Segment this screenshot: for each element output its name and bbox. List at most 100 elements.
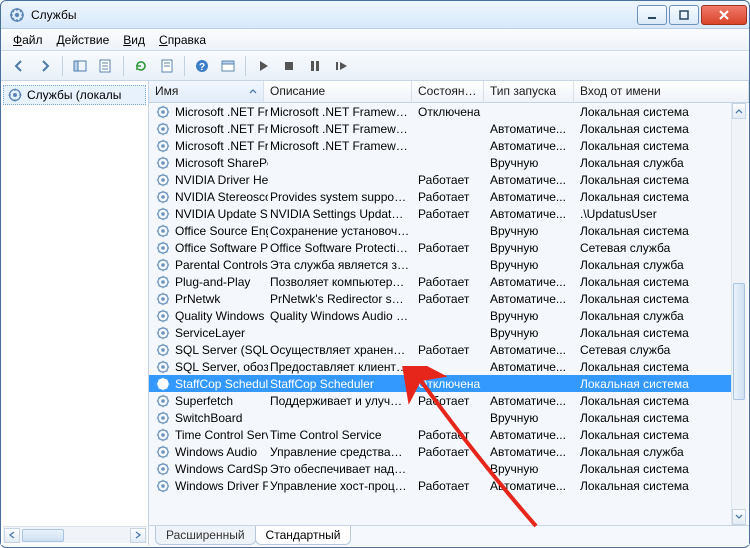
service-desc: Осуществляет хранение ... (268, 343, 416, 357)
scroll-right-icon[interactable] (130, 528, 146, 543)
tool-export-list[interactable] (94, 54, 118, 78)
gear-icon (155, 189, 171, 205)
col-state-header[interactable]: Состояние (412, 81, 484, 102)
service-name: Time Control Serv... (175, 428, 268, 442)
list-viewport: Microsoft .NET Fr...Microsoft .NET Frame… (149, 103, 749, 525)
scroll-up-icon[interactable] (732, 103, 746, 119)
sort-asc-icon (250, 90, 256, 93)
col-name-header[interactable]: Имя (149, 81, 264, 102)
service-logon: Локальная служба (578, 156, 734, 170)
service-row[interactable]: Microsoft .NET Fr...Microsoft .NET Frame… (149, 120, 734, 137)
services-list: Microsoft .NET Fr...Microsoft .NET Frame… (149, 103, 734, 525)
service-name: NVIDIA Stereosco... (175, 190, 268, 204)
service-row[interactable]: NVIDIA Update Se...NVIDIA Settings Updat… (149, 205, 734, 222)
service-row[interactable]: Microsoft SharePo...ВручнуюЛокальная слу… (149, 154, 734, 171)
service-logon: Локальная система (578, 394, 734, 408)
service-logon: Локальная система (578, 479, 734, 493)
service-desc: Позволяет компьютеру р... (268, 275, 416, 289)
titlebar: Службы (1, 1, 749, 29)
tool-properties[interactable] (155, 54, 179, 78)
gear-icon (155, 155, 171, 171)
tool-stop-icon[interactable] (277, 54, 301, 78)
service-desc: Эта служба является загл... (268, 258, 416, 272)
scroll-left-icon[interactable] (4, 528, 20, 543)
service-row[interactable]: NVIDIA Driver Hel...РаботаетАвтоматиче..… (149, 171, 734, 188)
service-name: PrNetwk (175, 292, 220, 306)
service-name: SQL Server (SQLEX... (175, 343, 268, 357)
hscroll-thumb[interactable] (22, 529, 64, 542)
service-name: StaffCop Scheduler (175, 377, 268, 391)
tree-root-services[interactable]: Службы (локалы (3, 85, 146, 105)
service-desc: Office Software Protection... (268, 241, 416, 255)
gear-icon (155, 291, 171, 307)
service-row[interactable]: Time Control Serv...Time Control Service… (149, 426, 734, 443)
service-logon: Сетевая служба (578, 343, 734, 357)
service-row[interactable]: StaffCop SchedulerStaffCop SchedulerОткл… (149, 375, 734, 392)
service-name: SwitchBoard (175, 411, 242, 425)
service-name: Plug-and-Play (175, 275, 250, 289)
scroll-down-icon[interactable] (732, 509, 746, 525)
service-row[interactable]: Parental ControlsЭта служба является заг… (149, 256, 734, 273)
col-desc-header[interactable]: Описание (264, 81, 412, 102)
service-row[interactable]: ServiceLayerВручнуюЛокальная система (149, 324, 734, 341)
col-logon-header[interactable]: Вход от имени (574, 81, 749, 102)
service-row[interactable]: PrNetwkPrNetwk's Redirector serviceРабот… (149, 290, 734, 307)
tool-start-icon[interactable] (251, 54, 275, 78)
service-desc: Time Control Service (268, 428, 416, 442)
tool-help-icon[interactable]: ? (190, 54, 214, 78)
service-row[interactable]: SwitchBoardВручнуюЛокальная система (149, 409, 734, 426)
service-state: Работает (416, 241, 488, 255)
tool-forward[interactable] (33, 54, 57, 78)
toolbar-separator (123, 56, 124, 76)
service-startup: Автоматиче... (488, 343, 578, 357)
service-desc: Microsoft .NET Framewor... (268, 139, 416, 153)
service-startup: Вручную (488, 258, 578, 272)
service-name: Superfetch (175, 394, 233, 408)
service-name: Windows Audio (175, 445, 257, 459)
menu-action[interactable]: Действие (51, 31, 116, 49)
app-icon (9, 7, 25, 23)
col-startup-header[interactable]: Тип запуска (484, 81, 574, 102)
service-row[interactable]: Quality Windows ...Quality Windows Audio… (149, 307, 734, 324)
svg-text:?: ? (199, 62, 205, 73)
client-area: Службы (локалы Имя Описание Состояние Ти… (1, 81, 749, 545)
minimize-button[interactable] (637, 5, 667, 25)
service-desc: Управление хост-процес... (268, 479, 416, 493)
service-row[interactable]: Office Source Eng...Сохранение установоч… (149, 222, 734, 239)
service-logon: Локальная система (578, 428, 734, 442)
service-row[interactable]: NVIDIA Stereosco...Provides system suppo… (149, 188, 734, 205)
tab-standard[interactable]: Стандартный (255, 526, 352, 545)
service-state: Работает (416, 292, 488, 306)
service-row[interactable]: Windows Driver F...Управление хост-проце… (149, 477, 734, 494)
tree-root-label: Службы (локалы (27, 88, 121, 102)
close-button[interactable] (701, 5, 747, 25)
tool-refresh[interactable] (129, 54, 153, 78)
service-row[interactable]: SuperfetchПоддерживает и улучша...Работа… (149, 392, 734, 409)
vscrollbar[interactable] (731, 103, 746, 525)
service-row[interactable]: Windows CardSpa...Это обеспечивает надеж… (149, 460, 734, 477)
menu-help[interactable]: Справка (153, 31, 212, 49)
service-logon: Локальная система (578, 462, 734, 476)
service-row[interactable]: Plug-and-PlayПозволяет компьютеру р...Ра… (149, 273, 734, 290)
service-row[interactable]: SQL Server, обозр...Предоставляет клиент… (149, 358, 734, 375)
gear-icon (155, 274, 171, 290)
maximize-button[interactable] (669, 5, 699, 25)
tool-show-hide[interactable] (68, 54, 92, 78)
menu-view[interactable]: Вид (117, 31, 151, 49)
menu-file[interactable]: ФайлФайл (7, 31, 49, 49)
tool-list-icon[interactable] (216, 54, 240, 78)
tree-hscroll[interactable] (3, 526, 147, 543)
vscroll-thumb[interactable] (733, 283, 745, 400)
tool-restart-icon[interactable] (329, 54, 353, 78)
service-row[interactable]: Office Software Pr...Office Software Pro… (149, 239, 734, 256)
tool-back[interactable] (7, 54, 31, 78)
tool-pause-icon[interactable] (303, 54, 327, 78)
service-state: Работает (416, 394, 488, 408)
tab-extended[interactable]: Расширенный (155, 526, 256, 545)
service-name: Windows Driver F... (175, 479, 268, 493)
service-row[interactable]: Microsoft .NET Fr...Microsoft .NET Frame… (149, 137, 734, 154)
service-row[interactable]: Microsoft .NET Fr...Microsoft .NET Frame… (149, 103, 734, 120)
service-row[interactable]: Windows AudioУправление средствами ...Ра… (149, 443, 734, 460)
tree-pane: Службы (локалы (1, 81, 149, 545)
service-row[interactable]: SQL Server (SQLEX...Осуществляет хранени… (149, 341, 734, 358)
